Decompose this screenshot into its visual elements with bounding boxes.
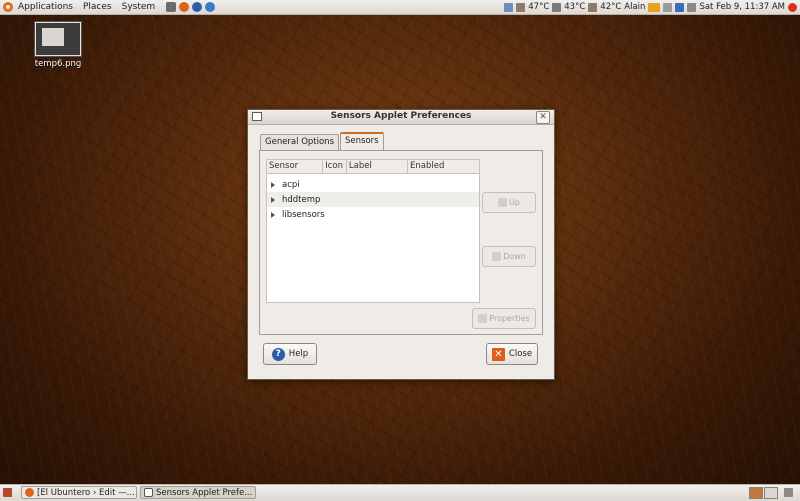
sensors-preferences-dialog: Sensors Applet Preferences ✕ General Opt… (247, 109, 555, 380)
firefox-launcher-icon[interactable] (179, 2, 190, 12)
column-icon[interactable]: Icon (323, 160, 347, 173)
tree-row[interactable]: libsensors (267, 207, 479, 222)
temp-reading-2: 43°C (564, 2, 586, 12)
desktop-file-icon[interactable]: temp6.png (28, 22, 88, 69)
applications-menu[interactable]: Applications (13, 2, 78, 12)
close-icon: ✕ (491, 347, 505, 361)
column-label[interactable]: Label (347, 160, 409, 173)
volume-icon[interactable] (687, 2, 697, 12)
taskbar-item-label: Sensors Applet Prefe... (156, 487, 253, 498)
up-button-label: Up (509, 198, 520, 207)
close-button[interactable]: ✕ Close (486, 343, 538, 365)
properties-button-label: Properties (489, 314, 530, 323)
close-window-icon[interactable]: ✕ (536, 111, 550, 124)
tab-bar: General Options Sensors (260, 132, 385, 151)
show-desktop-icon[interactable] (3, 488, 12, 497)
expander-icon[interactable] (271, 211, 275, 218)
system-menu[interactable]: System (117, 2, 161, 12)
close-button-label: Close (508, 349, 533, 359)
window-title: Sensors Applet Preferences (330, 111, 472, 121)
ubuntu-logo-icon[interactable] (3, 2, 13, 12)
column-sensor[interactable]: Sensor (267, 160, 324, 173)
help-launcher-icon[interactable] (192, 2, 203, 12)
trash-icon[interactable] (784, 488, 793, 497)
help-button[interactable]: ? Help (263, 343, 317, 365)
tree-row[interactable]: hddtemp (267, 192, 479, 207)
tree-header: Sensor Icon Label Enabled (267, 160, 479, 174)
down-arrow-icon (492, 252, 502, 261)
places-menu[interactable]: Places (78, 2, 117, 12)
help-button-label: Help (288, 349, 309, 359)
sensor-tree[interactable]: Sensor Icon Label Enabled acpi hddtemp l… (266, 159, 480, 303)
sensors-tab-panel: Sensor Icon Label Enabled acpi hddtemp l… (259, 150, 543, 335)
taskbar-item-sensors[interactable]: Sensors Applet Prefe... (140, 486, 256, 499)
sensor-name: libsensors (282, 209, 325, 220)
weather-icon[interactable] (648, 2, 661, 12)
sensor-temp-icon (588, 2, 598, 12)
down-button-label: Down (503, 252, 526, 261)
taskbar-item-browser[interactable]: [El Ubuntero › Edit —... (21, 486, 137, 499)
title-bar[interactable]: Sensors Applet Preferences ✕ (248, 110, 554, 125)
workspace-1[interactable] (749, 487, 763, 499)
taskbar-item-label: [El Ubuntero › Edit —... (37, 487, 135, 498)
expander-icon[interactable] (271, 196, 275, 203)
properties-button[interactable]: Properties (472, 308, 536, 329)
bottom-panel: [El Ubuntero › Edit —... Sensors Applet … (0, 484, 800, 501)
help-icon: ? (271, 347, 285, 361)
firefox-icon (25, 488, 34, 497)
image-thumbnail-icon (35, 22, 81, 56)
column-enabled[interactable]: Enabled (408, 160, 479, 173)
properties-icon (478, 314, 488, 323)
top-panel: Applications Places System 47°C 43°C 42°… (0, 0, 800, 15)
workspace-2[interactable] (764, 487, 778, 499)
disk-temp-icon (552, 2, 562, 12)
down-button[interactable]: Down (482, 246, 536, 267)
tree-row[interactable]: acpi (267, 177, 479, 192)
network-icon[interactable] (663, 2, 673, 12)
cpu-temp-icon (516, 2, 526, 12)
network-launcher-icon[interactable] (205, 2, 216, 12)
expander-icon[interactable] (271, 181, 275, 188)
desktop-file-label: temp6.png (34, 59, 82, 69)
power-icon[interactable] (788, 2, 797, 12)
temp-reading-1: 47°C (528, 2, 550, 12)
user-name[interactable]: Alain (624, 2, 645, 12)
clock[interactable]: Sat Feb 9, 11:37 AM (699, 2, 785, 12)
up-arrow-icon (498, 198, 508, 207)
sensor-name: hddtemp (282, 194, 321, 205)
notification-icon[interactable] (504, 2, 514, 12)
window-icon (144, 488, 153, 497)
screenshot-launcher-icon[interactable] (166, 2, 177, 12)
temp-reading-3: 42°C (600, 2, 622, 12)
tab-sensors[interactable]: Sensors (340, 132, 384, 151)
tab-general-options[interactable]: General Options (260, 134, 339, 150)
up-button[interactable]: Up (482, 192, 536, 213)
sensor-name: acpi (282, 179, 300, 190)
signal-bars-icon[interactable] (675, 2, 685, 12)
